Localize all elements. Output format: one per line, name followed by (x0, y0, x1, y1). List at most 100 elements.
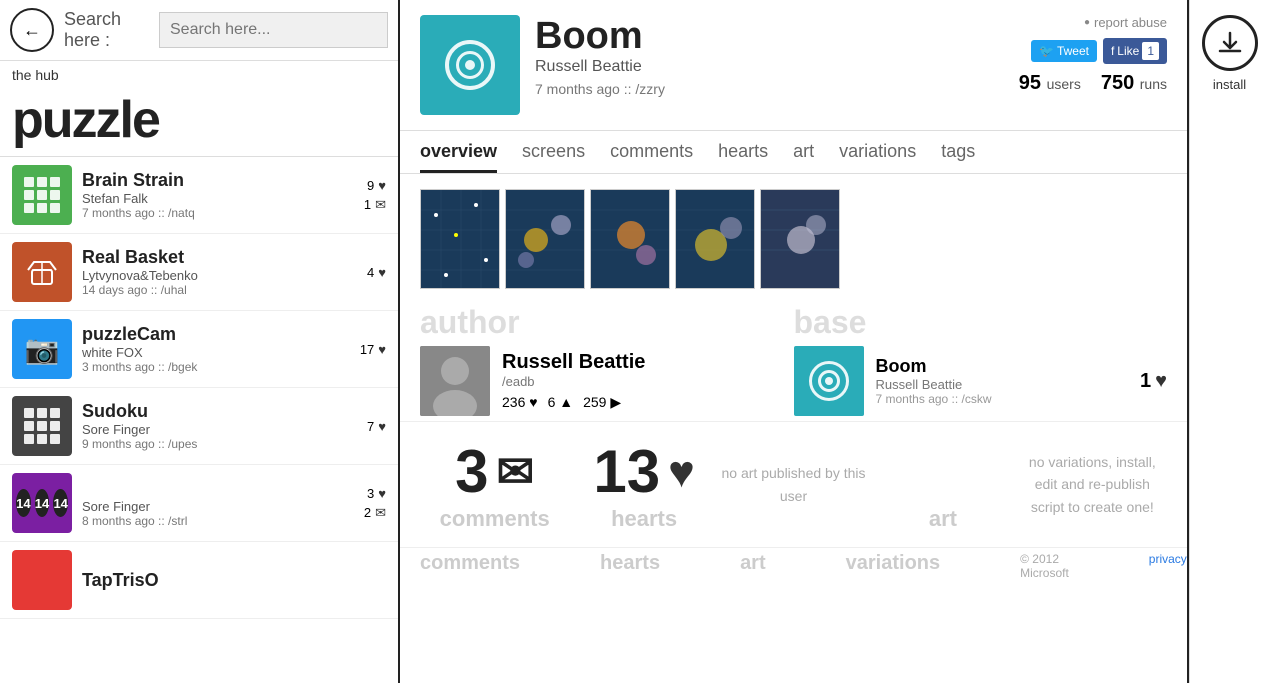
comments-stat: 3 ✉ comments (420, 437, 569, 532)
list-item[interactable]: Brain Strain Stefan Falk 7 months ago ::… (0, 157, 398, 234)
copyright: © 2012 Microsoft (1020, 552, 1069, 580)
tab-hearts[interactable]: hearts (718, 141, 768, 173)
base-details: Boom Russell Beattie 7 months ago :: /cs… (876, 356, 992, 406)
tab-screens[interactable]: screens (522, 141, 585, 173)
app-author: Sore Finger (82, 499, 354, 514)
app-stats: 3♥ 2✉ (364, 486, 386, 521)
app-icon-brain-strain (12, 165, 72, 225)
search-label: Search here : (64, 9, 149, 51)
tab-overview[interactable]: overview (420, 141, 497, 173)
hearts-footer-label: hearts (600, 552, 660, 580)
search-input[interactable] (159, 12, 388, 48)
hub-label: the hub (0, 61, 398, 89)
author-card[interactable]: Russell Beattie /eadb 236 ♥ 6 ▲ 259 ▶ (420, 346, 794, 416)
app-title: Boom (535, 15, 1004, 58)
tab-comments[interactable]: comments (610, 141, 693, 173)
app-author: Stefan Falk (82, 191, 354, 206)
app-meta: 14 days ago :: /uhal (82, 283, 357, 297)
variations-footer-label: variations (846, 552, 940, 580)
app-info: Brain Strain Stefan Falk 7 months ago ::… (82, 170, 354, 220)
app-title-section: Boom Russell Beattie 7 months ago :: /zz… (535, 15, 1004, 97)
author-watermark: author (420, 304, 794, 341)
back-icon: ← (23, 20, 41, 41)
tab-art[interactable]: art (793, 141, 814, 173)
app-author: Lytvynova&Tebenko (82, 268, 357, 283)
app-icon-real-basket (12, 242, 72, 302)
app-info: Real Basket Lytvynova&Tebenko 14 days ag… (82, 247, 357, 297)
no-variations-block: no variations, install, edit and re-publ… (1018, 437, 1167, 532)
author-stats: 236 ♥ 6 ▲ 259 ▶ (502, 394, 645, 411)
like-button[interactable]: f Like 1 (1103, 38, 1167, 64)
install-button[interactable] (1202, 15, 1258, 71)
app-meta: 8 months ago :: /strl (82, 514, 354, 528)
base-section: base Boom Russell Beattie 7 months ago :… (794, 304, 1168, 416)
app-stats: 17♥ (360, 342, 386, 357)
screenshot-1[interactable] (420, 189, 500, 289)
screenshot-2[interactable] (505, 189, 585, 289)
app-author: Sore Finger (82, 422, 357, 437)
main-content: Boom Russell Beattie 7 months ago :: /zz… (400, 0, 1189, 683)
app-icon-taptrison (12, 550, 72, 610)
bottom-stats: 3 ✉ comments 13 ♥ hearts no art publishe… (400, 422, 1187, 547)
base-meta: 7 months ago :: /cskw (876, 392, 992, 406)
base-icon (794, 346, 864, 416)
base-dev: Russell Beattie (876, 377, 992, 392)
list-item[interactable]: Real Basket Lytvynova&Tebenko 14 days ag… (0, 234, 398, 311)
app-time: 7 months ago :: /zzry (535, 81, 1004, 97)
app-author: white FOX (82, 345, 350, 360)
app-info: Sore Finger 8 months ago :: /strl (82, 478, 354, 528)
app-meta: 9 months ago :: /upes (82, 437, 357, 451)
screenshot-5[interactable] (760, 189, 840, 289)
search-bar: ← Search here : (0, 0, 398, 61)
list-item[interactable]: 📷 puzzleCam white FOX 3 months ago :: /b… (0, 311, 398, 388)
app-stats: 4♥ (367, 265, 386, 280)
app-header: Boom Russell Beattie 7 months ago :: /zz… (400, 0, 1187, 131)
app-info: TapTrisO (82, 570, 376, 591)
comments-count: 3 ✉ (455, 437, 534, 506)
install-label: install (1213, 77, 1246, 92)
app-info: Sudoku Sore Finger 9 months ago :: /upes (82, 401, 357, 451)
report-abuse-link[interactable]: ● report abuse (1084, 15, 1167, 30)
back-button[interactable]: ← (10, 8, 54, 52)
sidebar: ← Search here : the hub puzzle Brain Str… (0, 0, 400, 683)
right-sidebar: install (1189, 0, 1269, 683)
art-footer-label: art (740, 552, 766, 580)
tab-variations[interactable]: variations (839, 141, 916, 173)
app-name: TapTrisO (82, 570, 376, 591)
hearts-stat: 13 ♥ hearts (569, 437, 718, 532)
author-details: Russell Beattie /eadb 236 ♥ 6 ▲ 259 ▶ (502, 351, 645, 411)
list-item[interactable]: TapTrisO (0, 542, 398, 619)
privacy-link[interactable]: privacy (1149, 552, 1187, 580)
app-header-right: ● report abuse 🐦 Tweet f Like 1 95 users… (1019, 15, 1167, 95)
no-art-block: no art published by this user (719, 437, 868, 532)
hearts-count: 13 ♥ (593, 437, 694, 506)
comments-label: comments (440, 506, 550, 532)
author-section: author Russell Beattie /eadb 236 ♥ 6 ▲ (420, 304, 794, 416)
app-meta: 7 months ago :: /natq (82, 206, 354, 220)
author-slug: /eadb (502, 374, 645, 389)
screenshot-3[interactable] (590, 189, 670, 289)
tab-tags[interactable]: tags (941, 141, 975, 173)
app-name: Brain Strain (82, 170, 354, 191)
app-name: Real Basket (82, 247, 357, 268)
nav-tabs: overview screens comments hearts art var… (400, 131, 1187, 174)
app-name (82, 478, 354, 499)
screenshot-4[interactable] (675, 189, 755, 289)
tweet-button[interactable]: 🐦 Tweet (1031, 40, 1097, 62)
app-developer: Russell Beattie (535, 58, 1004, 76)
list-item[interactable]: 14 14 14 Sore Finger 8 months ago :: /st… (0, 465, 398, 542)
category-title: puzzle (0, 89, 398, 156)
hearts-label: hearts (611, 506, 677, 532)
app-list: Brain Strain Stefan Falk 7 months ago ::… (0, 156, 398, 683)
app-stats: 9♥ 1✉ (364, 178, 386, 213)
base-card[interactable]: Boom Russell Beattie 7 months ago :: /cs… (794, 346, 1168, 416)
app-info: puzzleCam white FOX 3 months ago :: /bge… (82, 324, 350, 374)
art-label: art (929, 506, 957, 532)
list-item[interactable]: Sudoku Sore Finger 9 months ago :: /upes… (0, 388, 398, 465)
app-stats: 7♥ (367, 419, 386, 434)
app-meta: 3 months ago :: /bgek (82, 360, 350, 374)
screenshots-row (400, 174, 1187, 299)
app-main-icon (420, 15, 520, 115)
app-icon-sudoku (12, 396, 72, 456)
base-name: Boom (876, 356, 992, 377)
